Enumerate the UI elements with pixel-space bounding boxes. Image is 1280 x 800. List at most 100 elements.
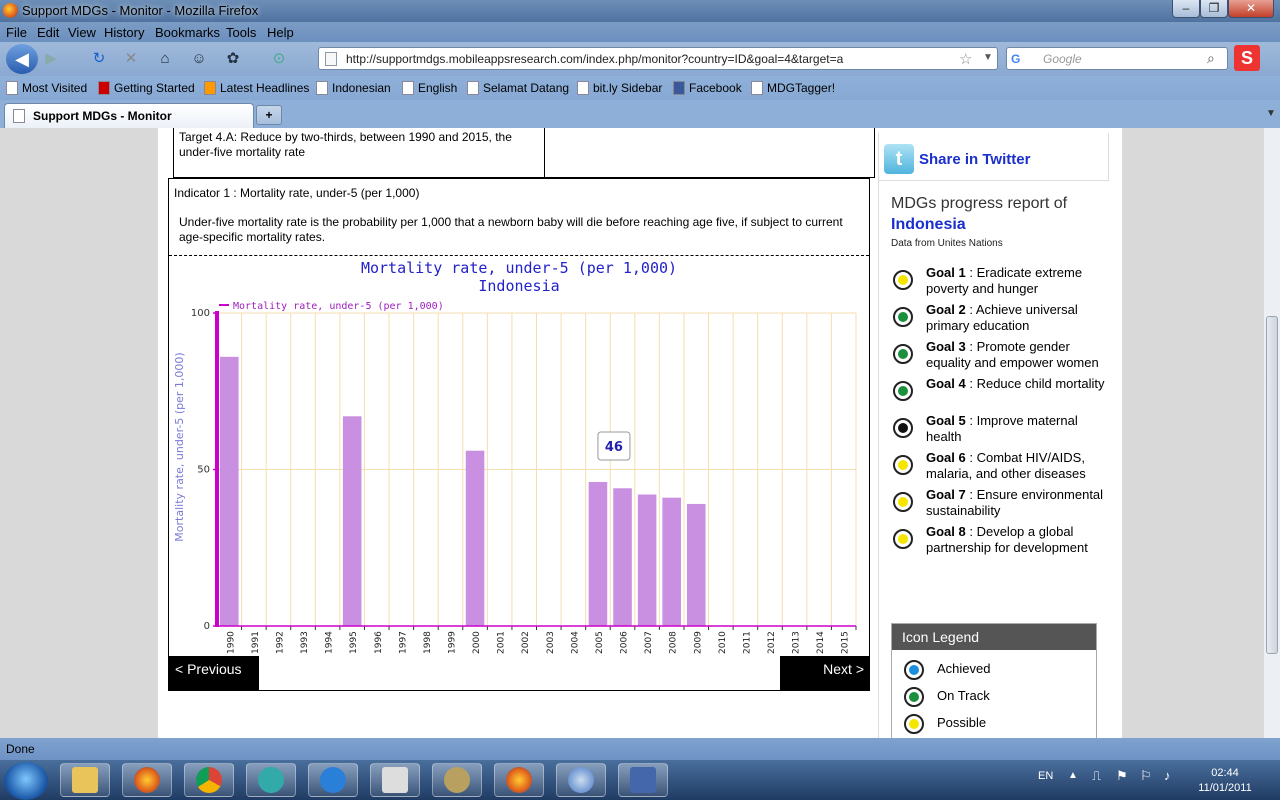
paint-icon — [630, 767, 656, 793]
taskbar-app[interactable] — [246, 763, 296, 797]
indicator-title: Indicator 1 : Mortality rate, under-5 (p… — [174, 186, 420, 200]
addon-icon[interactable]: ✿ — [222, 48, 244, 70]
bookmark-indonesian[interactable]: Indonesian — [316, 81, 391, 95]
taskbar-workbench[interactable] — [370, 763, 420, 797]
scrollbar-thumb[interactable] — [1266, 316, 1278, 654]
twitter-icon[interactable]: t — [884, 144, 914, 174]
taskbar-explorer[interactable] — [60, 763, 110, 797]
tooltip-value: 46 — [605, 440, 623, 455]
bookmark-english[interactable]: English — [402, 81, 457, 95]
list-tabs-icon[interactable]: ▼ — [1266, 108, 1276, 119]
taskbar-globe[interactable] — [556, 763, 606, 797]
next-button[interactable]: Next > — [780, 656, 870, 691]
x-tick-label: 2003 — [546, 631, 556, 654]
right-sidebar: t Share in Twitter MDGs progress report … — [878, 128, 1110, 738]
menu-tools[interactable]: Tools — [226, 25, 256, 40]
tab-support-mdgs[interactable]: Support MDGs - Monitor — [4, 103, 254, 128]
search-icon[interactable]: ⌕ — [1207, 50, 1215, 67]
goal-text[interactable]: Goal 5 : Improve maternal health — [926, 413, 1111, 445]
maximize-button[interactable]: ❐ — [1200, 0, 1228, 18]
x-tick-label: 1992 — [275, 631, 285, 654]
bookmark-latest-headlines[interactable]: Latest Headlines — [204, 81, 309, 95]
status-icon — [904, 687, 924, 707]
y-tick-label: 100 — [191, 308, 210, 319]
globe-icon — [568, 767, 594, 793]
page-icon — [402, 81, 414, 95]
volume-icon[interactable]: ♪ — [1164, 768, 1171, 783]
reload-icon[interactable]: ↻ — [88, 48, 110, 70]
x-tick-label: 2012 — [767, 631, 777, 654]
bookmark-star-icon[interactable]: ☆ — [959, 50, 972, 68]
bar-1995 — [342, 416, 362, 626]
report-country: Indonesia — [891, 216, 966, 233]
x-tick-label: 1991 — [251, 631, 261, 654]
share-twitter-box[interactable]: t Share in Twitter — [878, 133, 1109, 181]
start-button[interactable] — [4, 762, 48, 800]
previous-button[interactable]: < Previous — [169, 656, 259, 691]
forward-button[interactable]: ▶ — [40, 48, 62, 70]
goal-text[interactable]: Goal 3 : Promote gender equality and emp… — [926, 339, 1111, 371]
new-tab-button[interactable]: + — [256, 105, 282, 125]
google-icon[interactable]: G — [1011, 52, 1020, 66]
menu-view[interactable]: View — [68, 25, 96, 40]
x-tick-label: 2002 — [521, 631, 531, 654]
share-twitter-link[interactable]: Share in Twitter — [919, 151, 1030, 168]
target-description: Target 4.A: Reduce by two-thirds, betwee… — [173, 128, 545, 178]
divider — [169, 255, 869, 256]
bar-2009 — [686, 503, 706, 626]
goal-text[interactable]: Goal 1 : Eradicate extreme poverty and h… — [926, 265, 1111, 297]
chrome-icon — [196, 767, 222, 793]
x-tick-label: 2013 — [792, 631, 802, 654]
chart-subtitle: Indonesia — [478, 277, 559, 295]
home-icon[interactable]: ⌂ — [154, 48, 176, 70]
mortality-chart: Mortality rate, under-5 (per 1,000) Indo… — [173, 259, 857, 654]
status-icon — [904, 660, 924, 680]
search-bar[interactable]: G Google ⌕ — [1006, 47, 1228, 70]
bookmark-selamat-datang[interactable]: Selamat Datang — [467, 81, 569, 95]
x-tick-label: 2008 — [669, 631, 679, 654]
taskbar-firefox-2[interactable] — [494, 763, 544, 797]
url-text[interactable]: http://supportmdgs.mobileappsresearch.co… — [346, 52, 843, 66]
menu-help[interactable]: Help — [267, 25, 294, 40]
security-icon[interactable]: ⚑ — [1116, 768, 1128, 784]
menu-edit[interactable]: Edit — [37, 25, 59, 40]
taskbar-paint[interactable] — [618, 763, 668, 797]
bookmark-mdgtagger[interactable]: MDGTagger! — [751, 81, 835, 95]
goal-text[interactable]: Goal 4 : Reduce child mortality — [926, 376, 1111, 392]
url-dropdown-icon[interactable]: ▼ — [983, 52, 993, 63]
stop-icon[interactable]: ✕ — [120, 48, 142, 70]
goal-text[interactable]: Goal 6 : Combat HIV/AIDS, malaria, and o… — [926, 450, 1111, 482]
bookmark-bitly-sidebar[interactable]: bit.ly Sidebar — [577, 81, 662, 95]
flag-icon[interactable]: ⚐ — [1140, 768, 1152, 784]
menu-history[interactable]: History — [104, 25, 144, 40]
indicator-panel: Indicator 1 : Mortality rate, under-5 (p… — [168, 178, 870, 691]
taskbar-firefox[interactable] — [122, 763, 172, 797]
bookmark-facebook[interactable]: Facebook — [673, 81, 742, 95]
tray-expand-icon[interactable]: ▲ — [1068, 770, 1078, 781]
taskbar-ie[interactable] — [308, 763, 358, 797]
y-tick-label: 0 — [204, 621, 210, 632]
network-icon[interactable]: ⎍ — [1092, 768, 1101, 784]
ie-icon — [320, 767, 346, 793]
stumbleupon-icon[interactable]: S — [1234, 45, 1260, 71]
back-button[interactable]: ◀ — [6, 44, 38, 74]
goal-text[interactable]: Goal 7 : Ensure environmental sustainabi… — [926, 487, 1111, 519]
download-icon[interactable]: ⊙ — [268, 48, 290, 70]
clock[interactable]: 02:44 11/01/2011 — [1190, 766, 1260, 796]
close-button[interactable]: ✕ — [1228, 0, 1274, 18]
url-bar[interactable]: http://supportmdgs.mobileappsresearch.co… — [318, 47, 998, 70]
taskbar-chrome[interactable] — [184, 763, 234, 797]
goal-text[interactable]: Goal 8 : Develop a global partnership fo… — [926, 524, 1111, 556]
taskbar-tor[interactable] — [432, 763, 482, 797]
bookmark-getting-started[interactable]: Getting Started — [98, 81, 195, 95]
chat-icon[interactable]: ☺ — [188, 48, 210, 70]
menu-bookmarks[interactable]: Bookmarks — [155, 25, 220, 40]
minimize-button[interactable]: – — [1172, 0, 1200, 18]
clock-date: 11/01/2011 — [1198, 782, 1252, 794]
search-input[interactable]: Google — [1043, 52, 1082, 66]
goal-text[interactable]: Goal 2 : Achieve universal primary educa… — [926, 302, 1111, 334]
language-indicator[interactable]: EN — [1038, 770, 1053, 782]
menu-file[interactable]: File — [6, 25, 27, 40]
x-tick-label: 2006 — [620, 631, 630, 654]
bookmark-most-visited[interactable]: Most Visited — [6, 81, 87, 95]
